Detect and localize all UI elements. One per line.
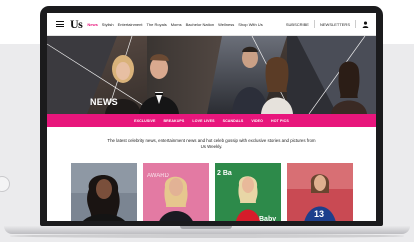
article-image xyxy=(71,163,137,221)
category-breakups[interactable]: BREAKUPS xyxy=(163,119,184,123)
article-image: 13 xyxy=(287,163,353,221)
nav-moms[interactable]: Moms xyxy=(171,22,182,27)
svg-text:2 Ba: 2 Ba xyxy=(217,170,232,177)
divider xyxy=(355,20,356,28)
laptop-notch xyxy=(180,226,232,229)
hero-title: NEWS xyxy=(90,97,118,107)
article-card[interactable]: AWARD xyxy=(143,163,209,221)
article-card[interactable] xyxy=(71,163,137,221)
site-header: Us News Stylish Entertainment The Royals… xyxy=(47,13,376,36)
article-image: 2 Ba Baby xyxy=(215,163,281,221)
nav-shop-with-us[interactable]: Shop With Us xyxy=(238,22,262,27)
newsletters-link[interactable]: NEWSLETTERS xyxy=(320,22,350,27)
hero-banner: NEWS xyxy=(47,36,376,114)
article-card[interactable]: 2 Ba Baby xyxy=(215,163,281,221)
site-logo[interactable]: Us xyxy=(70,17,83,32)
nav-the-royals[interactable]: The Royals xyxy=(146,22,166,27)
hamburger-icon[interactable] xyxy=(56,21,64,27)
nav-wellness[interactable]: Wellness xyxy=(218,22,234,27)
subscribe-link[interactable]: SUBSCRIBE xyxy=(286,22,309,27)
main-nav: News Stylish Entertainment The Royals Mo… xyxy=(87,22,262,27)
nav-news[interactable]: News xyxy=(87,22,97,27)
nav-entertainment[interactable]: Entertainment xyxy=(118,22,143,27)
nav-bachelor-nation[interactable]: Bachelor Nation xyxy=(186,22,214,27)
divider xyxy=(313,20,315,28)
category-exclusive[interactable]: EXCLUSIVE xyxy=(134,119,155,123)
article-image: AWARD xyxy=(143,163,209,221)
category-hot-pics[interactable]: HOT PICS xyxy=(271,119,289,123)
article-card[interactable]: 13 xyxy=(287,163,353,221)
category-bar: EXCLUSIVE BREAKUPS LOVE LIVES SCANDALS V… xyxy=(47,114,376,127)
svg-text:Baby: Baby xyxy=(259,216,276,221)
svg-text:13: 13 xyxy=(314,209,324,219)
svg-text:AWARD: AWARD xyxy=(147,173,170,179)
category-video[interactable]: VIDEO xyxy=(251,119,263,123)
nav-stylish[interactable]: Stylish xyxy=(102,22,114,27)
category-scandals[interactable]: SCANDALS xyxy=(223,119,244,123)
header-actions: SUBSCRIBE NEWSLETTERS xyxy=(286,20,370,29)
user-icon[interactable] xyxy=(361,20,370,29)
article-cards: AWARD 2 Ba Baby 13 xyxy=(71,163,353,221)
category-love-lives[interactable]: LOVE LIVES xyxy=(192,119,214,123)
page-tagline: The latest celebrity news, entertainment… xyxy=(107,138,316,149)
laptop-shadow xyxy=(10,234,404,238)
laptop-screen: Us News Stylish Entertainment The Royals… xyxy=(47,13,376,221)
